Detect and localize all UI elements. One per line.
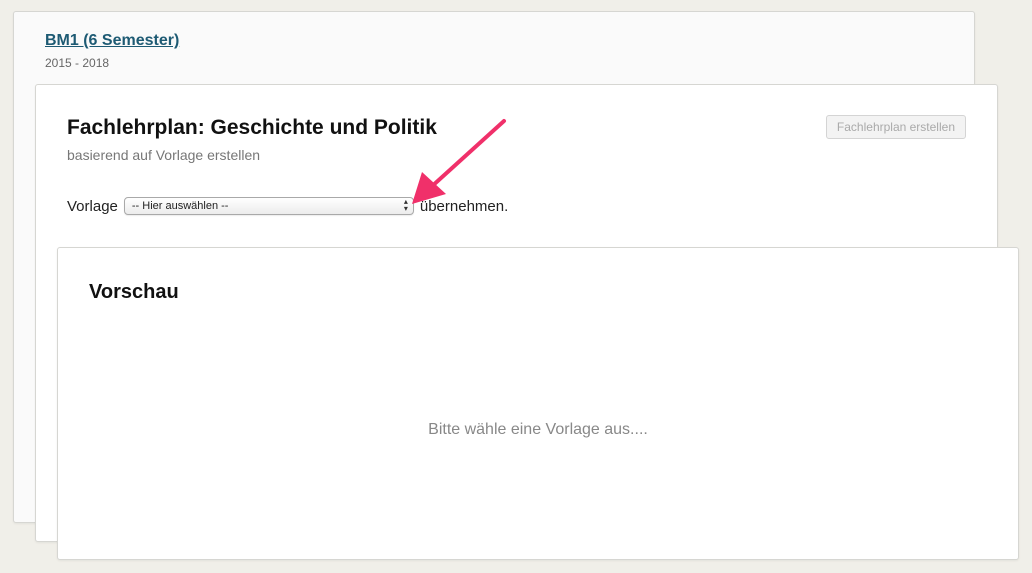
- template-select-value: -- Hier auswählen --: [131, 200, 229, 212]
- plan-subtitle: basierend auf Vorlage erstellen: [67, 147, 261, 163]
- preview-card: Vorschau Bitte wähle eine Vorlage aus...…: [57, 247, 1019, 560]
- program-years: 2015 - 2018: [45, 56, 110, 70]
- template-label: Vorlage: [67, 197, 118, 215]
- create-plan-button[interactable]: Fachlehrplan erstellen: [825, 115, 966, 139]
- plan-title: Fachlehrplan: Geschichte und Politik: [67, 116, 437, 139]
- program-title-link[interactable]: BM1 (6 Semester): [45, 32, 179, 50]
- template-select[interactable]: -- Hier auswählen -- ▴ ▾: [123, 197, 414, 215]
- template-row: Vorlage -- Hier auswählen -- ▴ ▾ übernehm…: [67, 195, 508, 217]
- preview-title: Vorschau: [89, 281, 179, 303]
- template-suffix: übernehmen.: [419, 197, 509, 215]
- select-chevron-icon: ▴ ▾: [403, 197, 408, 213]
- preview-empty-message: Bitte wähle eine Vorlage aus....: [428, 421, 648, 438]
